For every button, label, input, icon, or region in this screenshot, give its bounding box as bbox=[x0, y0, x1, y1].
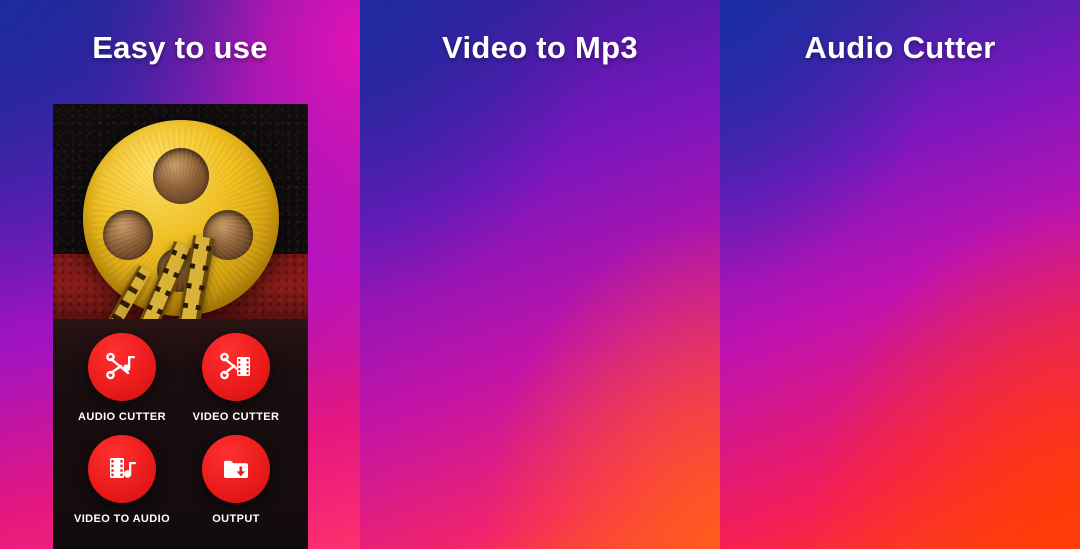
tile-video-to-audio[interactable]: VIDEO TO AUDIO bbox=[67, 435, 177, 525]
tile-label: AUDIO CUTTER bbox=[78, 411, 166, 423]
panel-3-title: Audio Cutter bbox=[804, 30, 996, 65]
output-icon-circle bbox=[202, 435, 270, 503]
film-reel-illustration bbox=[53, 104, 308, 319]
tile-output[interactable]: OUTPUT bbox=[181, 435, 291, 525]
tile-video-cutter[interactable]: VIDEO CUTTER bbox=[181, 333, 291, 423]
promo-panel-easy-to-use: Easy to use AUDIO CUTTER VIDEO CUTTER VI… bbox=[0, 0, 360, 549]
panel-3-background bbox=[720, 0, 1080, 549]
tile-audio-cutter[interactable]: AUDIO CUTTER bbox=[67, 333, 177, 423]
panel-1-title: Easy to use bbox=[92, 30, 268, 65]
phone-frame-1: AUDIO CUTTER VIDEO CUTTER VIDEO TO AUDIO… bbox=[53, 104, 308, 549]
tile-label: OUTPUT bbox=[212, 513, 260, 525]
panel-2-title: Video to Mp3 bbox=[442, 30, 638, 65]
promo-panel-video-to-mp3: Video to Mp3 Format bbox=[360, 0, 720, 549]
film-strip-music-note-icon bbox=[110, 458, 136, 478]
video-cutter-icon-circle bbox=[202, 333, 270, 401]
film-reel-icon bbox=[82, 120, 279, 316]
promo-screenshot-stage: Easy to use AUDIO CUTTER VIDEO CUTTER VI… bbox=[0, 0, 1080, 549]
tile-label: VIDEO CUTTER bbox=[192, 411, 280, 423]
folder-download-icon bbox=[224, 460, 248, 478]
audio-cutter-icon-circle bbox=[88, 333, 156, 401]
reel-hole bbox=[152, 148, 209, 204]
video-to-audio-icon-circle bbox=[88, 435, 156, 503]
scissors-music-note-icon bbox=[106, 352, 135, 380]
tile-label: VIDEO TO AUDIO bbox=[73, 513, 171, 525]
home-tile-grid: AUDIO CUTTER VIDEO CUTTER VIDEO TO AUDIO… bbox=[53, 319, 308, 549]
scissors-film-strip-icon bbox=[220, 352, 250, 380]
promo-panel-audio-cutter: Audio Cutter ← 002.Etho..... 0:20 0:40 1… bbox=[720, 0, 1080, 549]
reel-hole bbox=[102, 210, 153, 260]
panel-2-background bbox=[360, 0, 720, 549]
